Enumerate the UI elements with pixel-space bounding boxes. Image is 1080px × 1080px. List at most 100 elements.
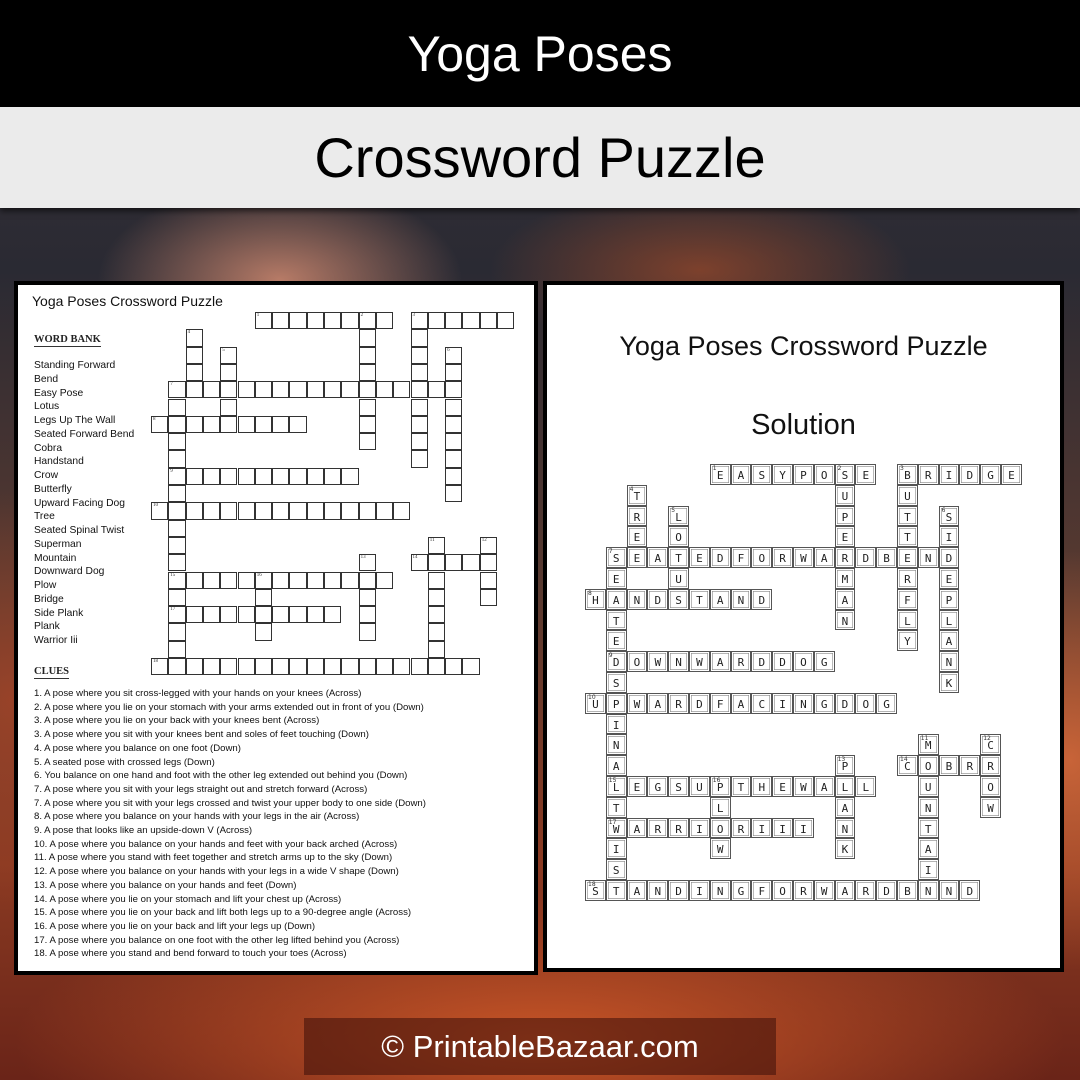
- puzzle-cell[interactable]: [202, 571, 221, 589]
- puzzle-cell[interactable]: [185, 381, 203, 399]
- puzzle-cell[interactable]: [168, 415, 186, 434]
- puzzle-cell[interactable]: [306, 606, 324, 624]
- puzzle-cell[interactable]: [324, 381, 342, 399]
- puzzle-cell[interactable]: [358, 623, 376, 641]
- puzzle-cell[interactable]: [168, 536, 186, 555]
- puzzle-cell[interactable]: [254, 606, 273, 624]
- puzzle-cell[interactable]: [202, 606, 221, 624]
- puzzle-cell[interactable]: [324, 502, 342, 520]
- puzzle-cell[interactable]: [272, 381, 290, 399]
- puzzle-cell[interactable]: [168, 640, 186, 658]
- puzzle-cell[interactable]: [185, 606, 203, 624]
- puzzle-cell[interactable]: [306, 571, 324, 589]
- puzzle-cell[interactable]: [202, 381, 221, 399]
- puzzle-cell[interactable]: [324, 467, 342, 485]
- puzzle-cell[interactable]: [427, 588, 446, 607]
- puzzle-cell[interactable]: [254, 415, 273, 434]
- puzzle-cell[interactable]: [479, 571, 497, 589]
- puzzle-cell[interactable]: [341, 467, 359, 485]
- puzzle-cell[interactable]: [410, 346, 428, 364]
- puzzle-cell[interactable]: [289, 312, 307, 330]
- puzzle-cell[interactable]: 3: [410, 312, 428, 330]
- puzzle-cell[interactable]: 5: [220, 346, 238, 364]
- puzzle-cell[interactable]: 11: [427, 536, 446, 555]
- puzzle-cell[interactable]: [375, 502, 394, 520]
- puzzle-cell[interactable]: [272, 312, 290, 330]
- puzzle-cell[interactable]: [410, 433, 428, 451]
- puzzle-cell[interactable]: [185, 363, 203, 382]
- puzzle-cell[interactable]: [237, 606, 255, 624]
- puzzle-cell[interactable]: [306, 381, 324, 399]
- puzzle-cell[interactable]: [272, 606, 290, 624]
- puzzle-cell[interactable]: [220, 398, 238, 416]
- puzzle-cell[interactable]: [427, 312, 446, 330]
- puzzle-cell[interactable]: 2: [358, 312, 376, 330]
- puzzle-cell[interactable]: [220, 606, 238, 624]
- puzzle-cell[interactable]: [168, 623, 186, 641]
- puzzle-cell[interactable]: [358, 433, 376, 451]
- puzzle-cell[interactable]: [220, 381, 238, 399]
- puzzle-cell[interactable]: [289, 658, 307, 676]
- puzzle-cell[interactable]: [479, 554, 497, 572]
- puzzle-cell[interactable]: [220, 363, 238, 382]
- puzzle-cell[interactable]: [358, 502, 376, 520]
- puzzle-cell[interactable]: [358, 606, 376, 624]
- puzzle-cell[interactable]: [427, 640, 446, 658]
- puzzle-cell[interactable]: [306, 467, 324, 485]
- puzzle-cell[interactable]: [220, 415, 238, 434]
- puzzle-cell[interactable]: [220, 571, 238, 589]
- puzzle-cell[interactable]: [185, 658, 203, 676]
- puzzle-cell[interactable]: [427, 606, 446, 624]
- puzzle-cell[interactable]: [462, 312, 480, 330]
- puzzle-cell[interactable]: [220, 502, 238, 520]
- puzzle-cell[interactable]: [410, 363, 428, 382]
- puzzle-cell[interactable]: [358, 415, 376, 434]
- puzzle-cell[interactable]: [168, 554, 186, 572]
- puzzle-cell[interactable]: [220, 658, 238, 676]
- puzzle-cell[interactable]: [375, 381, 394, 399]
- puzzle-cell[interactable]: [427, 554, 446, 572]
- puzzle-cell[interactable]: 12: [479, 536, 497, 555]
- puzzle-cell[interactable]: [272, 467, 290, 485]
- puzzle-cell[interactable]: [410, 329, 428, 347]
- puzzle-cell[interactable]: [306, 312, 324, 330]
- puzzle-cell[interactable]: [375, 312, 394, 330]
- puzzle-cell[interactable]: [445, 415, 463, 434]
- puzzle-cell[interactable]: [185, 467, 203, 485]
- puzzle-cell[interactable]: [254, 467, 273, 485]
- puzzle-cell[interactable]: [202, 658, 221, 676]
- puzzle-cell[interactable]: [272, 415, 290, 434]
- puzzle-cell[interactable]: [254, 623, 273, 641]
- puzzle-cell[interactable]: [375, 658, 394, 676]
- puzzle-cell[interactable]: [358, 588, 376, 607]
- puzzle-cell[interactable]: [341, 658, 359, 676]
- puzzle-cell[interactable]: [254, 381, 273, 399]
- puzzle-cell[interactable]: [393, 381, 411, 399]
- puzzle-cell[interactable]: [410, 415, 428, 434]
- puzzle-cell[interactable]: [427, 381, 446, 399]
- puzzle-cell[interactable]: [289, 467, 307, 485]
- puzzle-cell[interactable]: [445, 450, 463, 468]
- puzzle-cell[interactable]: [462, 658, 480, 676]
- puzzle-cell[interactable]: [289, 502, 307, 520]
- puzzle-cell[interactable]: [358, 658, 376, 676]
- puzzle-cell[interactable]: [427, 623, 446, 641]
- puzzle-cell[interactable]: [168, 450, 186, 468]
- puzzle-cell[interactable]: [479, 588, 497, 607]
- puzzle-cell[interactable]: [306, 502, 324, 520]
- puzzle-cell[interactable]: [185, 571, 203, 589]
- puzzle-cell[interactable]: [185, 502, 203, 520]
- puzzle-cell[interactable]: [237, 658, 255, 676]
- puzzle-cell[interactable]: [324, 658, 342, 676]
- puzzle-cell[interactable]: [479, 312, 497, 330]
- puzzle-cell[interactable]: [168, 433, 186, 451]
- puzzle-cell[interactable]: 1: [254, 312, 273, 330]
- puzzle-cell[interactable]: 10: [151, 502, 169, 520]
- puzzle-cell[interactable]: [254, 588, 273, 607]
- puzzle-cell[interactable]: [202, 502, 221, 520]
- puzzle-cell[interactable]: 4: [185, 329, 203, 347]
- puzzle-cell[interactable]: [254, 658, 273, 676]
- puzzle-cell[interactable]: [237, 467, 255, 485]
- puzzle-cell[interactable]: [445, 485, 463, 503]
- puzzle-cell[interactable]: [168, 588, 186, 607]
